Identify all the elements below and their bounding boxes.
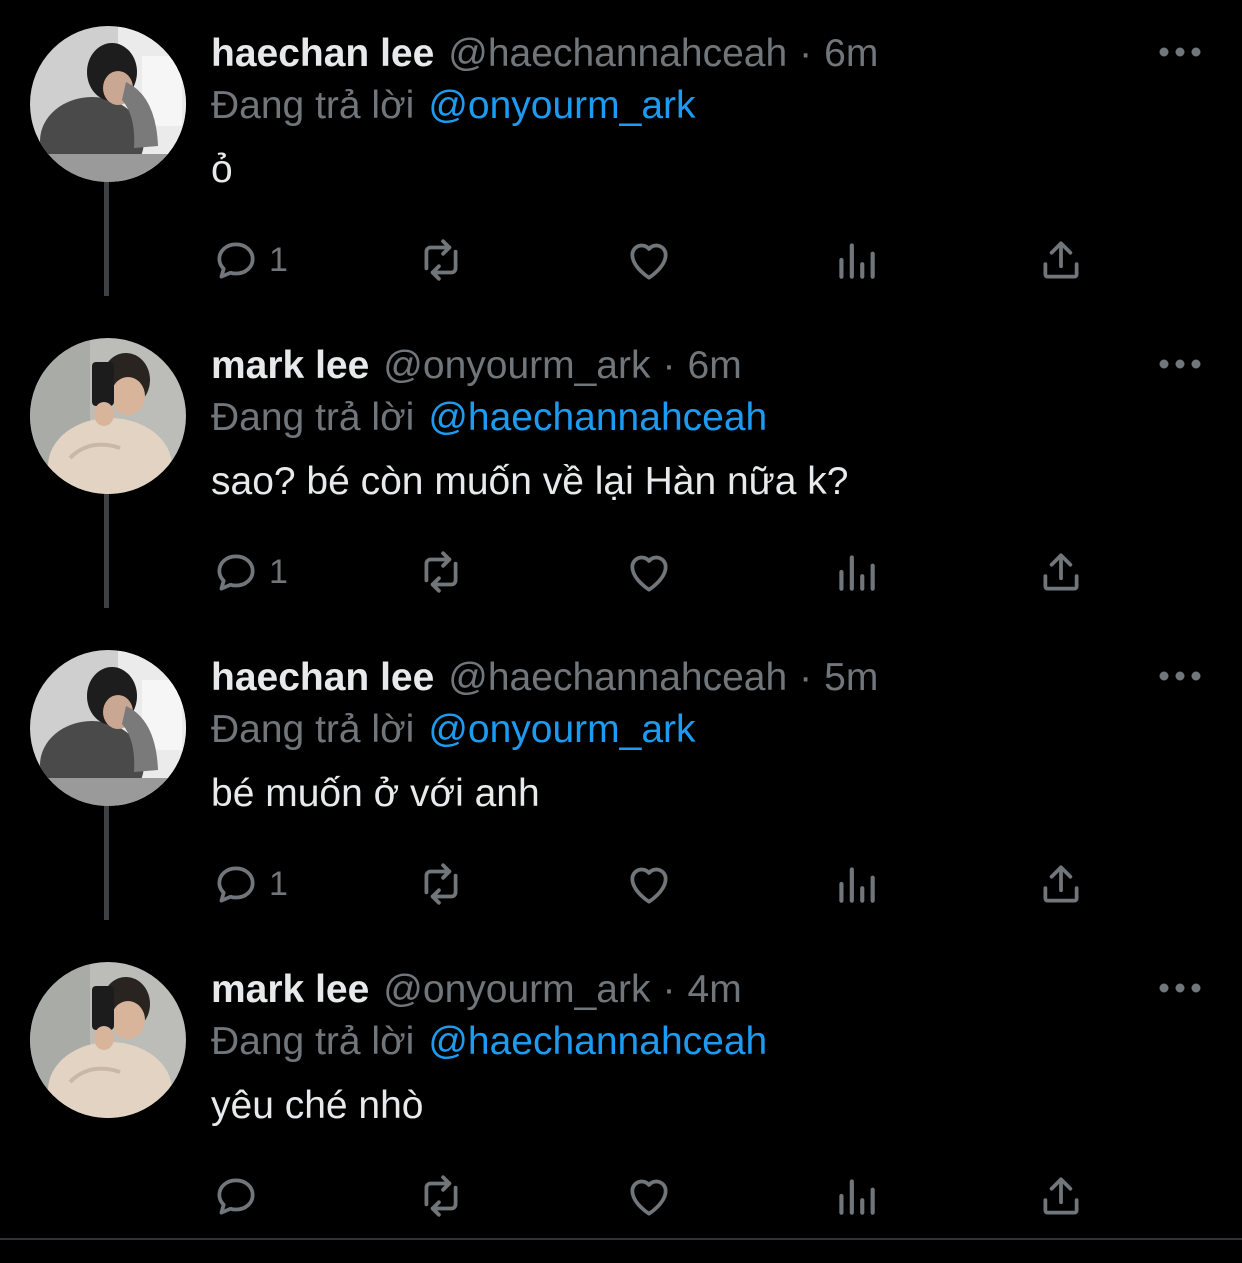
replying-to-label: Đang trả lời — [211, 1020, 415, 1063]
retweet-icon — [424, 239, 458, 281]
separator-dot: · — [799, 656, 813, 699]
replying-to-handle[interactable]: @haechannahceah — [428, 396, 767, 439]
user-handle[interactable]: @haechannahceah — [448, 652, 787, 704]
heart-icon — [630, 555, 668, 592]
reply-icon — [217, 554, 255, 591]
reply-button[interactable]: 1 — [211, 532, 288, 612]
avatar[interactable] — [30, 650, 186, 806]
views-button[interactable] — [831, 220, 881, 300]
tweet-text: sao? bé còn muốn về lại Hàn nữa k? — [211, 460, 849, 503]
reply-count: 1 — [269, 240, 288, 279]
share-button[interactable] — [1036, 1156, 1086, 1236]
heart-icon — [630, 243, 668, 280]
replying-to-label: Đang trả lời — [211, 708, 415, 751]
like-button[interactable] — [624, 220, 674, 300]
reply-button[interactable]: 1 — [211, 844, 288, 924]
reply-icon — [217, 1178, 255, 1215]
display-name[interactable]: mark lee — [211, 964, 369, 1016]
replying-to-handle[interactable]: @onyourm_ark — [428, 84, 695, 127]
share-button[interactable] — [1036, 220, 1086, 300]
retweet-icon — [424, 863, 458, 905]
heart-icon — [630, 1179, 668, 1216]
tweet-actions: 1 — [211, 220, 1111, 300]
share-icon — [1043, 1177, 1079, 1215]
reply-icon — [217, 242, 255, 279]
share-icon — [1043, 865, 1079, 903]
more-icon[interactable] — [1156, 40, 1204, 64]
views-icon — [839, 1179, 875, 1215]
tweet[interactable]: mark lee @onyourm_ark · 4m Đang trả lời @… — [0, 946, 1242, 1258]
more-icon[interactable] — [1156, 664, 1204, 688]
avatar[interactable] — [30, 338, 186, 494]
replying-to-label: Đang trả lời — [211, 84, 415, 127]
user-handle[interactable]: @haechannahceah — [448, 28, 787, 80]
tweet-actions — [211, 1156, 1111, 1236]
share-icon — [1043, 553, 1079, 591]
like-button[interactable] — [624, 532, 674, 612]
timestamp[interactable]: 6m — [688, 340, 742, 392]
share-button[interactable] — [1036, 844, 1086, 924]
replying-to-label: Đang trả lời — [211, 396, 415, 439]
more-icon[interactable] — [1156, 352, 1204, 376]
tweet-actions: 1 — [211, 532, 1111, 612]
views-button[interactable] — [831, 1156, 881, 1236]
display-name[interactable]: mark lee — [211, 340, 369, 392]
tweet-text: bé muốn ở với anh — [211, 772, 540, 815]
retweet-button[interactable] — [416, 1156, 466, 1236]
views-icon — [839, 243, 875, 279]
display-name[interactable]: haechan lee — [211, 28, 434, 80]
retweet-button[interactable] — [416, 532, 466, 612]
views-button[interactable] — [831, 844, 881, 924]
tweet-actions: 1 — [211, 844, 1111, 924]
reply-button[interactable]: 1 — [211, 220, 288, 300]
display-name[interactable]: haechan lee — [211, 652, 434, 704]
tweet[interactable]: haechan lee @haechannahceah · 5m Đang tr… — [0, 634, 1242, 946]
retweet-button[interactable] — [416, 844, 466, 924]
user-handle[interactable]: @onyourm_ark — [383, 340, 650, 392]
views-button[interactable] — [831, 532, 881, 612]
tweet-text: yêu ché nhò — [211, 1084, 424, 1127]
views-icon — [839, 867, 875, 903]
timestamp[interactable]: 5m — [824, 652, 878, 704]
more-icon[interactable] — [1156, 976, 1204, 1000]
avatar[interactable] — [30, 962, 186, 1118]
heart-icon — [630, 867, 668, 904]
tweet[interactable]: mark lee @onyourm_ark · 6m Đang trả lời @… — [0, 322, 1242, 634]
divider — [0, 1238, 1242, 1240]
share-button[interactable] — [1036, 532, 1086, 612]
retweet-button[interactable] — [416, 220, 466, 300]
timestamp[interactable]: 6m — [824, 28, 878, 80]
timestamp[interactable]: 4m — [688, 964, 742, 1016]
avatar[interactable] — [30, 26, 186, 182]
separator-dot: · — [662, 344, 676, 387]
like-button[interactable] — [624, 1156, 674, 1236]
tweet[interactable]: haechan lee @haechannahceah · 6m Đang tr… — [0, 10, 1242, 322]
separator-dot: · — [799, 32, 813, 75]
retweet-icon — [424, 1175, 458, 1217]
reply-button[interactable] — [211, 1156, 269, 1236]
reply-count: 1 — [269, 864, 288, 903]
retweet-icon — [424, 551, 458, 593]
user-handle[interactable]: @onyourm_ark — [383, 964, 650, 1016]
reply-count: 1 — [269, 552, 288, 591]
tweet-text: ỏ — [211, 148, 233, 191]
replying-to-handle[interactable]: @onyourm_ark — [428, 708, 695, 751]
like-button[interactable] — [624, 844, 674, 924]
replying-to-handle[interactable]: @haechannahceah — [428, 1020, 767, 1063]
reply-icon — [217, 866, 255, 903]
share-icon — [1043, 241, 1079, 279]
separator-dot: · — [662, 968, 676, 1011]
views-icon — [839, 555, 875, 591]
